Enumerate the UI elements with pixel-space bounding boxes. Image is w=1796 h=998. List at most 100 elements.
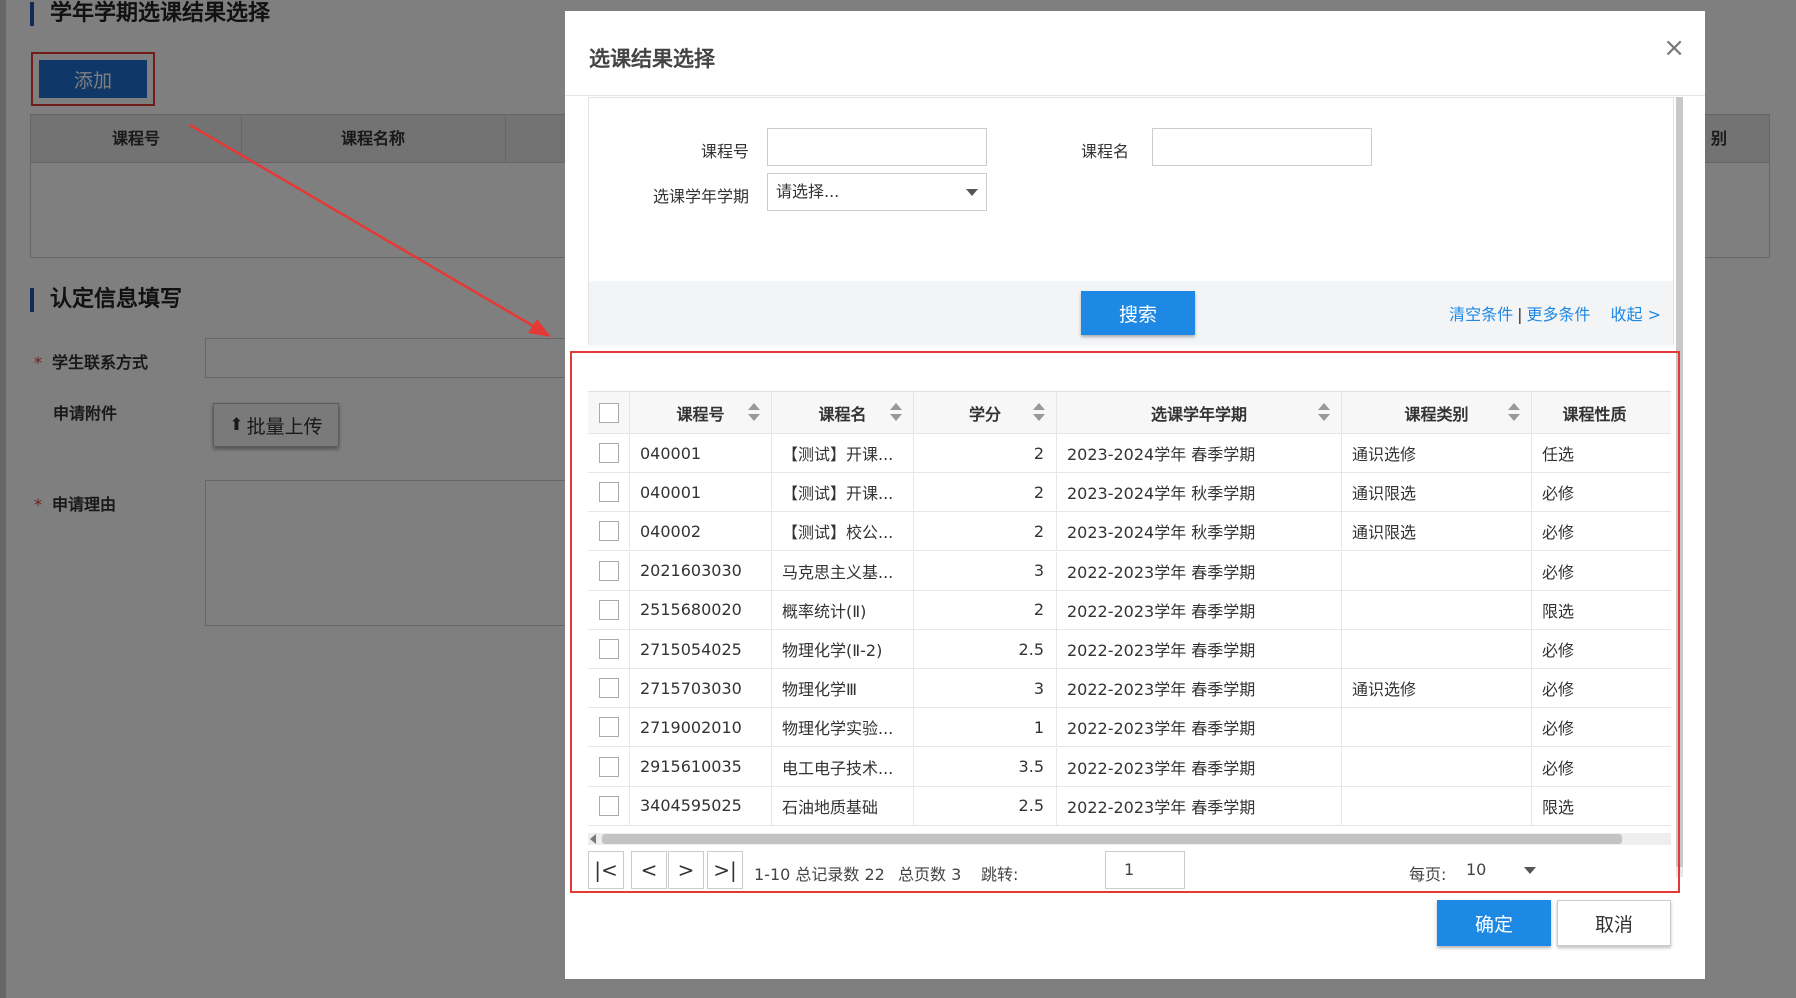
cell-no: 040002	[630, 512, 772, 551]
course-name-input[interactable]	[1152, 128, 1372, 166]
header-term-label: 选课学年学期	[1150, 404, 1247, 424]
cell-name: 【测试】开课...	[772, 473, 914, 512]
row-checkbox[interactable]	[598, 639, 619, 659]
table-row[interactable]: 040002 【测试】校公... 2 2023-2024学年 秋季学期 通识限选 必修	[588, 512, 1671, 552]
row-select-cell[interactable]	[588, 747, 630, 786]
cell-no: 2715054025	[630, 630, 772, 668]
select-all-checkbox[interactable]	[598, 402, 619, 423]
header-term[interactable]: 选课学年学期	[1057, 392, 1342, 433]
row-select-cell[interactable]	[588, 512, 630, 551]
jump-page-input[interactable]: 1	[1105, 851, 1185, 889]
clear-conditions-link[interactable]: 清空条件	[1449, 305, 1513, 324]
course-no-input[interactable]	[767, 128, 987, 166]
sort-icon[interactable]	[747, 402, 761, 424]
chevron-down-icon	[966, 189, 978, 196]
row-select-cell[interactable]	[588, 786, 630, 825]
cell-category: 通识限选	[1342, 473, 1532, 512]
horizontal-scrollbar-thumb[interactable]	[602, 834, 1622, 844]
confirm-button[interactable]: 确定	[1437, 900, 1551, 946]
horizontal-scrollbar[interactable]	[588, 833, 1671, 845]
table-row[interactable]: 2715703030 物理化学Ⅲ 3 2022-2023学年 春季学期 通识选修 必修	[588, 669, 1671, 709]
row-checkbox[interactable]	[598, 717, 619, 738]
cell-category: 通识限选	[1342, 512, 1532, 551]
row-select-cell[interactable]	[588, 708, 630, 747]
more-conditions-link[interactable]: 更多条件	[1526, 305, 1590, 324]
table-row[interactable]: 3404595025 石油地质基础 2.5 2022-2023学年 春季学期 限选	[588, 786, 1671, 826]
prev-page-button[interactable]: <	[631, 851, 667, 889]
term-select[interactable]: 请选择...	[767, 173, 987, 211]
cell-term: 2022-2023学年 春季学期	[1057, 747, 1342, 786]
cell-nature: 限选	[1532, 787, 1671, 825]
cell-no: 2715703030	[630, 669, 772, 708]
row-checkbox[interactable]	[598, 521, 619, 542]
collapse-link[interactable]: 收起 >	[1611, 305, 1662, 324]
row-checkbox[interactable]	[598, 443, 619, 463]
cancel-button[interactable]: 取消	[1557, 900, 1671, 946]
cell-term: 2023-2024学年 春季学期	[1057, 434, 1342, 472]
sort-icon[interactable]	[1317, 402, 1331, 424]
row-checkbox[interactable]	[598, 678, 619, 699]
header-credit-label: 学分	[968, 404, 1001, 424]
row-select-cell[interactable]	[588, 590, 630, 629]
next-page-button[interactable]: >	[668, 851, 704, 889]
cell-nature: 必修	[1532, 473, 1671, 511]
cell-credit: 2	[914, 434, 1057, 472]
cell-name: 物理化学(Ⅱ-2)	[772, 630, 914, 668]
first-page-button[interactable]: |<	[588, 851, 624, 889]
search-links: 清空条件 | 更多条件 收起 >	[1449, 301, 1661, 325]
row-select-cell[interactable]	[588, 630, 630, 668]
sort-icon[interactable]	[1507, 402, 1521, 424]
scroll-left-icon[interactable]	[590, 834, 596, 844]
table-row[interactable]: 2719002010 物理化学实验... 1 2022-2023学年 春季学期 必修	[588, 708, 1671, 748]
table-row[interactable]: 040001 【测试】开课... 2 2023-2024学年 春季学期 通识选修 任选	[588, 434, 1671, 473]
header-course-name[interactable]: 课程名	[772, 392, 914, 433]
cell-no: 040001	[630, 473, 772, 512]
chevron-down-icon	[1524, 867, 1536, 874]
last-page-button[interactable]: >|	[707, 851, 743, 889]
header-category[interactable]: 课程类别	[1342, 392, 1532, 433]
row-checkbox[interactable]	[598, 482, 619, 503]
search-button[interactable]: 搜索	[1081, 291, 1195, 335]
pages-count: 总页数 3	[898, 865, 962, 884]
table-row[interactable]: 040001 【测试】开课... 2 2023-2024学年 秋季学期 通识限选 必修	[588, 473, 1671, 513]
row-select-cell[interactable]	[588, 551, 630, 590]
cell-no: 2021603030	[630, 551, 772, 590]
cell-nature: 必修	[1532, 748, 1671, 786]
search-panel: 课程号 课程名 选课学年学期 请选择... 搜索 清空条件 | 更多条件 收起 >	[588, 97, 1674, 345]
sort-icon[interactable]	[889, 402, 903, 424]
cell-credit: 2	[914, 590, 1057, 629]
page-size-select[interactable]: 10	[1458, 851, 1540, 889]
cell-category	[1342, 708, 1532, 747]
table-row[interactable]: 2715054025 物理化学(Ⅱ-2) 2.5 2022-2023学年 春季学期 必修	[588, 630, 1671, 669]
cell-term: 2022-2023学年 春季学期	[1057, 551, 1342, 590]
table-row[interactable]: 2515680020 概率统计(Ⅱ) 2 2022-2023学年 春季学期 限选	[588, 590, 1671, 630]
cell-no: 2515680020	[630, 590, 772, 629]
header-nature[interactable]: 课程性质	[1532, 392, 1671, 433]
row-checkbox[interactable]	[598, 599, 619, 620]
row-select-cell[interactable]	[588, 473, 630, 512]
cell-term: 2022-2023学年 春季学期	[1057, 786, 1342, 825]
jump-label: 跳转:	[981, 865, 1019, 884]
pagination: |< < > >| 1-10 总记录数 22 总页数 3 跳转: 1 每页: 1…	[588, 851, 1671, 891]
row-select-cell[interactable]	[588, 669, 630, 708]
cell-credit: 2	[914, 512, 1057, 551]
cell-category: 通识选修	[1342, 434, 1532, 472]
close-icon[interactable]: ×	[1663, 33, 1685, 63]
row-checkbox[interactable]	[598, 756, 619, 777]
records-count: 1-10 总记录数 22	[754, 865, 885, 884]
header-select-all[interactable]	[588, 392, 630, 433]
sort-icon[interactable]	[1032, 402, 1046, 424]
table-row[interactable]: 2915610035 电工电子技术... 3.5 2022-2023学年 春季学期 必修	[588, 747, 1671, 787]
row-checkbox[interactable]	[598, 560, 619, 581]
table-row[interactable]: 2021603030 马克思主义基... 3 2022-2023学年 春季学期 必修	[588, 551, 1671, 591]
term-select-value: 请选择...	[776, 182, 840, 201]
cell-nature: 必修	[1532, 512, 1671, 550]
cell-category	[1342, 590, 1532, 629]
cell-credit: 3	[914, 551, 1057, 590]
row-select-cell[interactable]	[588, 434, 630, 472]
header-course-no[interactable]: 课程号	[630, 392, 772, 433]
header-credit[interactable]: 学分	[914, 392, 1057, 433]
cell-nature: 必修	[1532, 552, 1671, 590]
row-checkbox[interactable]	[598, 795, 619, 816]
header-category-label: 课程类别	[1404, 404, 1469, 424]
